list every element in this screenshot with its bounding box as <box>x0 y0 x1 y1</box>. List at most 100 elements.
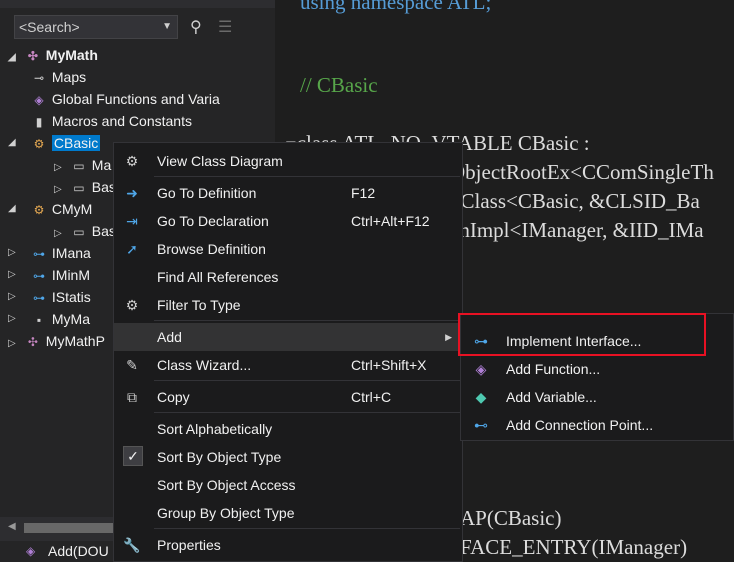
tree-node-istatistics[interactable]: ▷ ⊶ IStatis <box>8 286 91 308</box>
code-line-7: AP(CBasic) <box>460 506 562 530</box>
code-line-4: ObjectRootEx<CComSingleTh <box>450 160 714 184</box>
expand-arrow-icon[interactable]: ▷ <box>8 264 20 286</box>
submenu-item-add-function[interactable]: ◈ Add Function... <box>461 355 733 383</box>
tree-node-label: IMinM <box>51 267 91 283</box>
scroll-left-icon[interactable]: ◀ <box>8 521 16 532</box>
submenu-item-label: Add Function... <box>506 361 601 377</box>
menu-item-label: Add <box>157 329 182 345</box>
menu-item-view-class-diagram[interactable]: ⚙ View Class Diagram <box>114 147 462 175</box>
menu-item-browse-definition[interactable]: ➚ Browse Definition <box>114 235 462 263</box>
tree-node-label: IMana <box>51 245 91 261</box>
browse-definition-icon: ➚ <box>126 241 138 257</box>
filter-icon: ⚙ <box>125 297 139 313</box>
menu-item-properties[interactable]: 🔧 Properties <box>114 531 462 559</box>
connection-point-icon: ⊷ <box>474 417 488 433</box>
tree-node-maps-child[interactable]: ▷ ▭ Ma <box>54 154 111 176</box>
highlight-box <box>458 313 706 356</box>
struct-icon: ▪ <box>36 313 42 327</box>
tree-node-imanager[interactable]: ▷ ⊶ IMana <box>8 242 91 264</box>
menu-item-group-by-object-type[interactable]: Group By Object Type <box>114 499 462 527</box>
expand-arrow-icon[interactable]: ▷ <box>8 242 20 264</box>
interface-icon: ⊶ <box>33 269 45 283</box>
menu-item-class-wizard[interactable]: ✎ Class Wizard... Ctrl+Shift+X <box>114 351 462 379</box>
menu-item-filter-to-type[interactable]: ⚙ Filter To Type <box>114 291 462 319</box>
menu-item-shortcut: F12 <box>351 185 376 201</box>
submenu-item-add-variable[interactable]: ◆ Add Variable... <box>461 383 733 411</box>
scrollbar-thumb[interactable] <box>24 523 124 533</box>
menu-item-label: Find All References <box>157 269 279 285</box>
copy-icon: ⧉ <box>127 389 137 405</box>
tree-node-bases-2[interactable]: ▷ ▭ Bas <box>54 220 116 242</box>
clear-search-icon[interactable]: ☰ <box>218 17 232 37</box>
code-line-comment: // CBasic <box>300 73 378 97</box>
go-to-declaration-icon: ⇥ <box>126 213 138 229</box>
namespace-icon: ✣ <box>27 335 38 349</box>
tree-node-label: IStatis <box>51 289 91 305</box>
search-icon[interactable]: ⚲ <box>190 17 202 37</box>
menu-item-add[interactable]: Add ▶ <box>114 323 462 351</box>
tree-node-label: Global Functions and Varia <box>51 91 220 107</box>
tree-node-bases[interactable]: ▷ ▭ Bas <box>54 176 116 198</box>
menu-item-find-all-references[interactable]: Find All References <box>114 263 462 291</box>
tree-node-mymath-struct[interactable]: ▷ ▪ MyMa <box>8 308 90 330</box>
menu-item-label: Group By Object Type <box>157 505 295 521</box>
code-line-8: FACE_ENTRY(IManager) <box>460 535 688 559</box>
tree-node-cbasic[interactable]: ◢ ⚙ CBasic <box>8 132 101 154</box>
member-label: Add(DOU <box>48 543 109 559</box>
folder-icon: ▭ <box>73 159 85 173</box>
wrench-icon: 🔧 <box>123 537 141 553</box>
class-wizard-icon: ✎ <box>126 357 138 373</box>
folder-icon: ▭ <box>73 181 85 195</box>
menu-item-sort-alphabetically[interactable]: Sort Alphabetically <box>114 415 462 443</box>
menu-item-label: Go To Declaration <box>157 213 269 229</box>
submenu-item-label: Add Variable... <box>506 389 597 405</box>
checkmark-icon: ✓ <box>123 446 143 466</box>
expand-arrow-icon[interactable]: ▷ <box>8 333 20 355</box>
collapse-arrow-icon[interactable]: ◢ <box>8 132 20 154</box>
menu-item-shortcut: Ctrl+Shift+X <box>351 357 427 373</box>
expand-arrow-icon[interactable]: ▷ <box>8 308 20 330</box>
code-line-using: using namespace ATL; <box>300 0 492 14</box>
tree-node-globals[interactable]: ◈ Global Functions and Varia <box>30 88 220 110</box>
tree-node-label: CBasic <box>51 135 101 151</box>
go-to-definition-icon: ➜ <box>126 185 138 201</box>
folder-icon: ▭ <box>73 225 85 239</box>
tree-node-iminmax[interactable]: ▷ ⊶ IMinM <box>8 264 91 286</box>
code-line-6: chImpl<IManager, &IID_IMa <box>450 218 704 242</box>
menu-item-go-to-definition[interactable]: ➜ Go To Definition F12 <box>114 179 462 207</box>
menu-item-sort-by-object-access[interactable]: Sort By Object Access <box>114 471 462 499</box>
tree-node-label: MyMathP <box>45 333 105 349</box>
tree-node-label: CMyM <box>51 201 93 217</box>
submenu-item-label: Add Connection Point... <box>506 417 654 433</box>
code-line-5: oClass<CBasic, &CLSID_Ba <box>450 189 700 213</box>
tree-node-macros[interactable]: ▮ Macros and Constants <box>30 110 192 132</box>
search-text: <Search> <box>19 19 80 35</box>
menu-item-label: Browse Definition <box>157 241 266 257</box>
tree-node-mymathps[interactable]: ▷ ✣ MyMathP <box>8 330 105 352</box>
class-icon: ⚙ <box>33 203 45 217</box>
menu-item-label: Sort By Object Access <box>157 477 296 493</box>
search-input[interactable]: <Search> ▼ <box>14 15 178 39</box>
expand-arrow-icon[interactable]: ▷ <box>8 286 20 308</box>
collapse-arrow-icon[interactable]: ◢ <box>8 47 20 69</box>
menu-item-sort-by-object-type[interactable]: ✓ Sort By Object Type <box>114 443 462 471</box>
tree-node-maps[interactable]: ⊸ Maps <box>30 66 86 88</box>
tree-node-label: Macros and Constants <box>51 113 192 129</box>
menu-item-shortcut: Ctrl+C <box>351 389 392 405</box>
menu-item-label: Filter To Type <box>157 297 241 313</box>
menu-separator <box>154 380 460 381</box>
menu-item-label: View Class Diagram <box>157 153 283 169</box>
collapse-arrow-icon[interactable]: ◢ <box>8 198 20 220</box>
menu-item-copy[interactable]: ⧉ Copy Ctrl+C <box>114 383 462 411</box>
context-menu: ⚙ View Class Diagram ➜ Go To Definition … <box>113 142 463 562</box>
macro-icon: ▮ <box>35 115 43 129</box>
tree-node-cmymath[interactable]: ◢ ⚙ CMyM <box>8 198 93 220</box>
dropdown-arrow-icon[interactable]: ▼ <box>162 16 172 38</box>
submenu-item-add-connection-point[interactable]: ⊷ Add Connection Point... <box>461 411 733 439</box>
tree-node-label: Maps <box>51 69 87 85</box>
menu-item-go-to-declaration[interactable]: ⇥ Go To Declaration Ctrl+Alt+F12 <box>114 207 462 235</box>
menu-separator <box>154 528 460 529</box>
tree-node-mymath[interactable]: ◢ ✣ MyMath <box>8 44 98 66</box>
menu-item-label: Properties <box>157 537 221 553</box>
interface-icon: ⊶ <box>33 291 45 305</box>
